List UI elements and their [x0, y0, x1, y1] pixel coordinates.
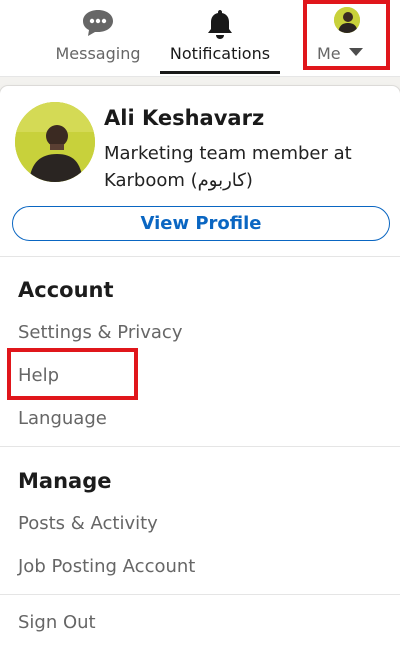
highlight-box-help — [7, 348, 138, 400]
divider — [0, 594, 400, 595]
manage-heading: Manage — [18, 469, 112, 493]
bell-icon — [205, 8, 235, 44]
profile-avatar[interactable] — [15, 102, 95, 182]
highlight-box-me — [303, 0, 390, 70]
profile-headline: Marketing team member at Karboom (کاربوم… — [104, 143, 352, 191]
nav-messaging[interactable]: Messaging — [48, 0, 148, 76]
divider — [0, 256, 400, 257]
menu-item-settings-privacy[interactable]: Settings & Privacy — [18, 322, 182, 343]
divider — [0, 446, 400, 447]
menu-item-language[interactable]: Language — [18, 408, 107, 429]
nav-messaging-label: Messaging — [55, 44, 141, 63]
account-heading: Account — [18, 278, 114, 302]
top-nav: Messaging Notifications Me — [0, 0, 400, 77]
profile-name: Ali Keshavarz — [104, 106, 265, 130]
messaging-icon — [81, 8, 115, 42]
nav-notifications[interactable]: Notifications — [160, 0, 280, 76]
menu-item-job-posting-account[interactable]: Job Posting Account — [18, 556, 195, 577]
active-tab-indicator — [160, 71, 280, 74]
view-profile-button[interactable]: View Profile — [12, 206, 390, 241]
sign-out-link[interactable]: Sign Out — [18, 612, 96, 633]
nav-notifications-label: Notifications — [169, 44, 271, 63]
menu-item-posts-activity[interactable]: Posts & Activity — [18, 513, 158, 534]
